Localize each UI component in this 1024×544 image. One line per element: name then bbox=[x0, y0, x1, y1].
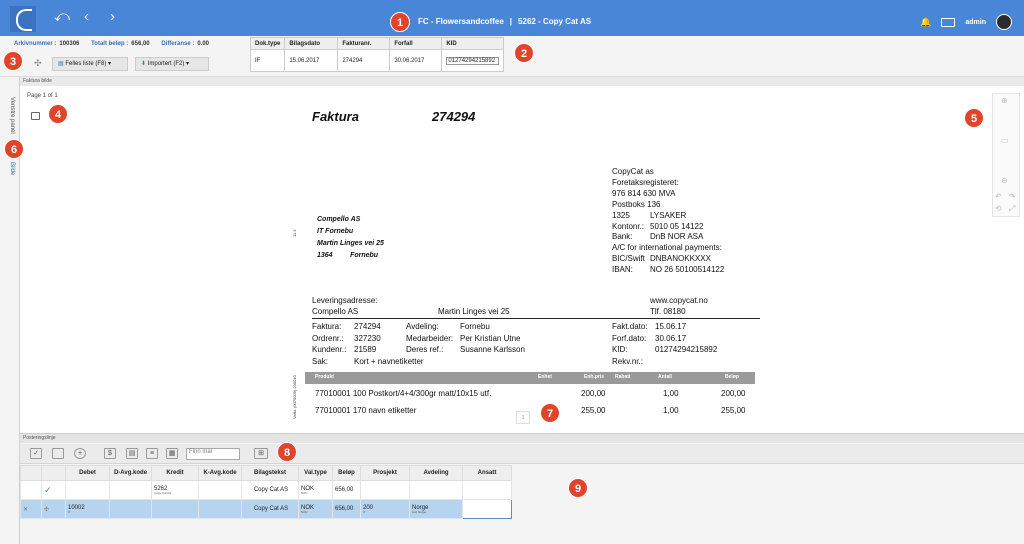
customer-address: Compello AS IT Fornebu Martin Linges vei… bbox=[317, 216, 384, 259]
chevron-left-icon[interactable]: ‹ bbox=[84, 9, 89, 24]
callout-marker: 7 bbox=[540, 403, 560, 423]
expand-icon[interactable]: ⤢ bbox=[1009, 204, 1015, 214]
callout-marker: 1 bbox=[390, 12, 410, 32]
move-icon[interactable]: ✣ bbox=[34, 58, 42, 69]
document-icon[interactable]: ▤ bbox=[126, 448, 138, 459]
callout-marker: 5 bbox=[964, 108, 984, 128]
move-icon[interactable]: ✣ bbox=[41, 499, 66, 519]
posting-table: Debet D-Avg.kode Kredit K-Avg.kode Bilag… bbox=[20, 465, 512, 519]
section-label: Posteringslinje bbox=[20, 434, 1024, 443]
seller-info: CopyCat as Foretaksregisteret: 976 814 6… bbox=[612, 167, 725, 275]
callout-marker: 3 bbox=[3, 51, 23, 71]
invoice-number-field[interactable]: 274294 bbox=[337, 49, 391, 72]
posting-toolbar: ✓ + $ ▤ ≡ ▦ Finn mal ⊞ bbox=[20, 444, 1024, 464]
currency-icon[interactable]: $ bbox=[104, 448, 116, 459]
tab-bilde[interactable]: Bilde bbox=[9, 162, 15, 175]
page-button[interactable]: 1 bbox=[516, 411, 530, 424]
callout-marker: 8 bbox=[277, 442, 297, 462]
col-header: Kredit bbox=[151, 465, 199, 481]
col-header: Val.type bbox=[298, 465, 333, 481]
callout-marker: 6 bbox=[4, 139, 24, 159]
col-header: Forfall bbox=[389, 37, 443, 50]
callout-marker: 9 bbox=[568, 478, 588, 498]
rotate-left-icon[interactable]: ↶ bbox=[995, 192, 1002, 201]
importert-button[interactable]: ⬇ Importert (F2) ▾ bbox=[135, 57, 209, 71]
fit-icon[interactable]: ⟲ bbox=[995, 204, 1002, 213]
table-row[interactable]: ✓ 5262 Copy Cat AS Copy Cat AS NOK NOK 656… bbox=[20, 480, 512, 500]
col-header: Bilagstekst bbox=[241, 465, 299, 481]
document-info-table: Dok.type Bilagsdato Fakturanr. Forfall K… bbox=[249, 37, 505, 72]
add-icon[interactable]: + bbox=[74, 448, 86, 459]
summary-line: Arkivnummer :100306 Totalt beløp :656,00… bbox=[14, 41, 210, 47]
ansatt-input[interactable] bbox=[462, 499, 512, 519]
callout-marker: 4 bbox=[48, 104, 68, 124]
template-icon[interactable]: ▦ bbox=[166, 448, 178, 459]
zoom-in-icon[interactable]: ⊕ bbox=[1001, 96, 1008, 105]
back-icon[interactable]: ⤺ bbox=[54, 9, 70, 24]
doc-type-field[interactable]: IF bbox=[249, 49, 286, 72]
callout-marker: 2 bbox=[514, 43, 534, 63]
table-row[interactable]: ✕ ✣ 10002 IT Copy Cat AS NOK NOK 656,00 20… bbox=[20, 499, 512, 519]
close-icon[interactable]: ✕ bbox=[20, 499, 42, 519]
col-header: Dok.type bbox=[249, 37, 286, 50]
invoice-number: 274294 bbox=[432, 109, 476, 124]
user-name[interactable]: admin bbox=[965, 19, 986, 26]
zoom-controls: ⊕ ▭ ⊖ ↶ ↷ ⟲ ⤢ bbox=[992, 93, 1020, 217]
vertical-mark: 11.3 bbox=[292, 229, 297, 238]
col-header: Beløp bbox=[332, 465, 361, 481]
date-field[interactable]: 15.06.2017 bbox=[284, 49, 339, 72]
col-header: Ansatt bbox=[462, 465, 512, 481]
keyboard-icon[interactable] bbox=[941, 17, 956, 27]
col-header: Fakturanr. bbox=[337, 37, 391, 50]
print-icon[interactable] bbox=[31, 112, 40, 120]
col-header: Prosjekt bbox=[360, 465, 410, 481]
delivery-address: Leveringsadresse: Compello AS Martin Lin… bbox=[312, 296, 708, 316]
posting-panel: Posteringslinje ✓ + $ ▤ ≡ ▦ Finn mal ⊞ D… bbox=[20, 433, 1024, 544]
col-header: D-Avg.kode bbox=[109, 465, 152, 481]
col-header: Avdeling bbox=[409, 465, 463, 481]
col-header: Bilagsdato bbox=[284, 37, 339, 50]
product-table-header: Produkt Enhet Enh.pris Rabatt Antall Bel… bbox=[305, 372, 755, 384]
col-header: Debet bbox=[65, 465, 110, 481]
due-date-field[interactable]: 30.06.2017 bbox=[389, 49, 443, 72]
felles-liste-button[interactable]: ▤ Felles liste (F8) ▾ bbox=[52, 57, 128, 71]
list-icon[interactable]: ≡ bbox=[146, 448, 158, 459]
app-logo[interactable] bbox=[10, 6, 36, 32]
template-search-input[interactable]: Finn mal bbox=[186, 448, 240, 460]
bell-icon[interactable]: 🔔 bbox=[920, 17, 931, 28]
zoom-out-icon[interactable]: ⊖ bbox=[1001, 176, 1008, 185]
tab-venstre-panel[interactable]: Venstre panel bbox=[9, 97, 15, 134]
col-header: K-Avg.kode bbox=[198, 465, 242, 481]
product-line: 77010001 100 Postkort/4+4/300gr matt/10x… bbox=[315, 389, 746, 398]
zoom-slider[interactable]: ▭ bbox=[1001, 136, 1009, 145]
vertical-code: Vaflu. (0070009) 200010 bbox=[292, 375, 297, 419]
product-line: 77010001 170 navn etiketter 255,00 1,00 … bbox=[315, 406, 746, 415]
page-title: FC - Flowersandcoffee | 5262 - Copy Cat AS bbox=[418, 17, 592, 26]
divider bbox=[312, 318, 760, 319]
approve-icon[interactable]: ✓ bbox=[30, 448, 42, 459]
top-bar: ⤺ ‹ › FC - Flowersandcoffee | 5262 - Copy … bbox=[0, 0, 1024, 36]
col-header: KID bbox=[441, 37, 505, 50]
col-header bbox=[41, 465, 66, 481]
rotate-right-icon[interactable]: ↷ bbox=[1009, 192, 1016, 201]
blank-icon[interactable] bbox=[52, 448, 64, 459]
section-label: Faktura bilde bbox=[20, 77, 1024, 86]
document-viewer: Faktura bilde Page 1 of 1 ⊕ ▭ ⊖ ↶ ↷ ⟲ ⤢ … bbox=[20, 77, 1024, 433]
chevron-right-icon[interactable]: › bbox=[110, 9, 115, 24]
check-icon: ✓ bbox=[41, 480, 66, 500]
col-header bbox=[20, 465, 42, 481]
kid-field[interactable]: 01274294215892 bbox=[441, 49, 505, 72]
grid-icon[interactable]: ⊞ bbox=[254, 448, 268, 459]
avatar[interactable] bbox=[996, 14, 1012, 30]
invoice-heading: Faktura bbox=[312, 109, 359, 124]
page-info: Page 1 of 1 bbox=[27, 93, 58, 99]
